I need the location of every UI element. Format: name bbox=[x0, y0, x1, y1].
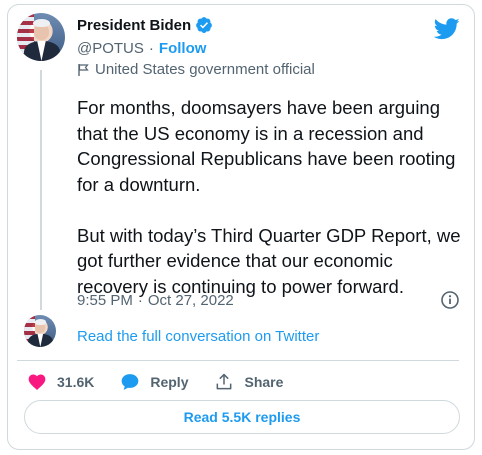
conversation-avatar[interactable] bbox=[24, 315, 56, 347]
share-upload-icon bbox=[217, 373, 232, 390]
twitter-bird-icon[interactable] bbox=[434, 18, 460, 40]
tweet-date[interactable]: Oct 27, 2022 bbox=[148, 292, 234, 309]
read-full-conversation-link[interactable]: Read the full conversation on Twitter bbox=[77, 328, 319, 345]
separator-dot: · bbox=[148, 40, 154, 57]
speech-bubble-icon bbox=[122, 374, 139, 390]
like-button[interactable]: 31.6K bbox=[27, 372, 94, 392]
author-avatar[interactable] bbox=[17, 13, 65, 61]
like-count: 31.6K bbox=[57, 374, 95, 390]
government-label: United States government official bbox=[77, 61, 315, 78]
tweet-time[interactable]: 9:55 PM bbox=[77, 292, 133, 309]
read-replies-label: Read 5.5K replies bbox=[183, 409, 301, 425]
info-icon[interactable] bbox=[440, 290, 460, 310]
author-display-name[interactable]: President Biden bbox=[77, 17, 191, 34]
government-label-text: United States government official bbox=[95, 61, 315, 78]
tweet-text: For months, doomsayers have been arguing… bbox=[77, 97, 461, 297]
read-replies-button[interactable]: Read 5.5K replies bbox=[24, 400, 460, 434]
heart-icon bbox=[28, 374, 46, 390]
reply-button[interactable]: Reply bbox=[120, 372, 188, 392]
tweet-timestamp[interactable]: 9:55 PM · Oct 27, 2022 bbox=[77, 292, 234, 309]
tweet-actions: 31.6K Reply Share bbox=[27, 372, 309, 392]
share-label: Share bbox=[244, 374, 284, 390]
reply-label: Reply bbox=[150, 374, 189, 390]
follow-button[interactable]: Follow bbox=[159, 40, 207, 57]
author-handle[interactable]: @POTUS bbox=[77, 40, 144, 57]
author-handle-row: @POTUS · Follow bbox=[77, 40, 206, 57]
verified-badge-icon bbox=[196, 17, 213, 33]
share-button[interactable]: Share bbox=[214, 372, 283, 392]
separator-dot: · bbox=[137, 292, 143, 309]
flag-icon bbox=[78, 63, 89, 76]
divider bbox=[17, 360, 459, 361]
thread-line bbox=[40, 70, 42, 310]
author-name-row: President Biden bbox=[77, 16, 213, 34]
